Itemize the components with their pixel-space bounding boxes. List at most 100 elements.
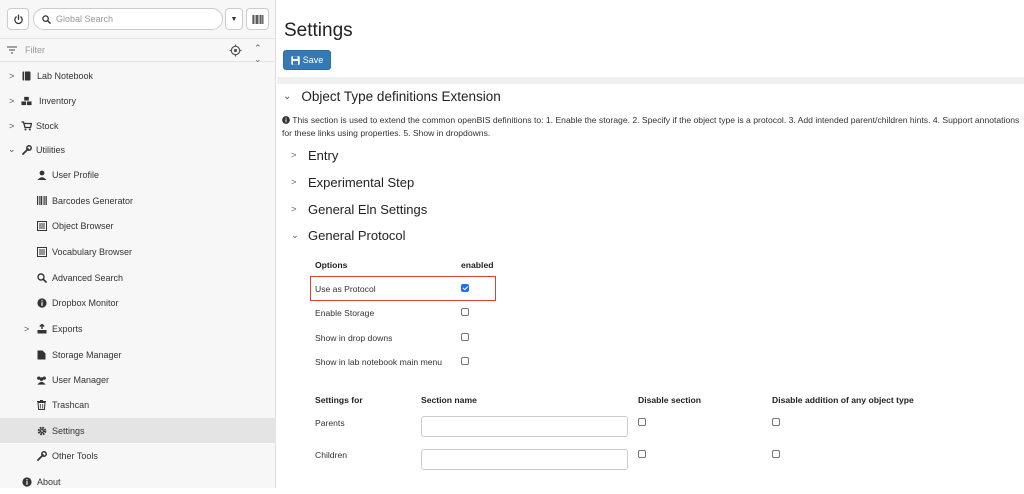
sidebar-item-label: Lab Notebook [37, 70, 94, 81]
enable-storage-checkbox[interactable] [461, 308, 469, 316]
chevron-down-icon[interactable]: ⌄ [8, 144, 16, 155]
user-icon [36, 169, 47, 180]
settings-for-header: Settings for [315, 395, 363, 405]
search-options-dropdown[interactable]: ▼ [225, 8, 243, 30]
settings-row-label: Children [315, 450, 348, 460]
show-in-main-menu-checkbox[interactable] [461, 357, 469, 365]
sidebar-item-label: Barcodes Generator [52, 195, 134, 206]
section-object-type-extension[interactable]: ⌄ Object Type definitions Extension [283, 89, 501, 104]
subsection-experimental-step[interactable]: > Experimental Step [291, 175, 414, 190]
logout-button[interactable] [7, 8, 29, 30]
section-name-header: Section name [421, 395, 477, 405]
file-icon [36, 349, 47, 360]
options-header: Options [315, 260, 348, 270]
chevron-right-icon: > [291, 150, 297, 161]
subsection-general-eln-settings[interactable]: > General Eln Settings [291, 202, 427, 217]
sidebar-item-label: Settings [52, 425, 85, 436]
chevron-right-icon[interactable]: > [9, 71, 14, 81]
subsection-general-protocol[interactable]: ⌄ General Protocol [291, 228, 406, 243]
option-label: Enable Storage [315, 308, 375, 318]
section-info-text: This section is used to extend the commo… [282, 115, 1020, 138]
sidebar-item-vocabulary-browser[interactable]: Vocabulary Browser [0, 239, 276, 264]
chevron-right-icon: > [291, 177, 297, 188]
show-in-dropdowns-checkbox[interactable] [461, 333, 469, 341]
wrench-icon [21, 144, 32, 155]
sidebar-item-user-profile[interactable]: User Profile [0, 162, 276, 187]
sidebar-item-about[interactable]: About [0, 469, 276, 494]
sidebar-item-label: User Profile [52, 169, 100, 180]
subsection-label: General Eln Settings [308, 202, 428, 217]
save-button[interactable]: Save [283, 50, 331, 70]
sidebar-item-label: Dropbox Monitor [52, 297, 119, 308]
children-section-name-input[interactable] [421, 449, 628, 470]
trash-icon [36, 399, 47, 410]
option-label: Show in drop downs [315, 333, 393, 343]
global-search-input[interactable] [54, 13, 214, 25]
sidebar-item-label: Trashcan [52, 399, 90, 410]
barcode-icon [36, 195, 47, 206]
sidebar-item-utilities[interactable]: ⌄ Utilities [0, 137, 276, 162]
sidebar-item-advanced-search[interactable]: Advanced Search [0, 265, 276, 290]
sidebar-item-storage-manager[interactable]: Storage Manager [0, 342, 276, 367]
global-search[interactable] [33, 8, 223, 30]
use-as-protocol-checkbox[interactable] [461, 284, 469, 292]
barcode-scan-button[interactable] [246, 8, 269, 30]
subsection-entry[interactable]: > Entry [291, 148, 338, 163]
main-content: Settings Save ⌄ Object Type definitions … [277, 0, 1024, 488]
info-circle-icon [21, 476, 32, 487]
export-icon [36, 323, 47, 334]
chevron-right-icon: > [291, 204, 297, 215]
gear-icon [36, 425, 47, 436]
parents-disable-addition-checkbox[interactable] [772, 418, 780, 426]
sidebar-item-dropbox-monitor[interactable]: Dropbox Monitor [0, 290, 276, 315]
enabled-header: enabled [461, 260, 494, 270]
cart-icon [21, 120, 32, 131]
filter-row: Filter ⌃ ⌄ [0, 38, 276, 65]
search-icon [36, 272, 47, 283]
chevron-right-icon[interactable]: > [24, 324, 29, 334]
list-icon [36, 246, 47, 257]
sidebar-topbar: ▼ [0, 0, 276, 38]
sidebar-item-label: Inventory [39, 95, 77, 106]
chevron-right-icon[interactable]: > [9, 121, 14, 131]
sidebar-item-object-browser[interactable]: Object Browser [0, 213, 276, 238]
sidebar-item-label: About [37, 476, 61, 487]
sidebar-item-user-manager[interactable]: User Manager [0, 367, 276, 392]
sidebar-item-other-tools[interactable]: Other Tools [0, 443, 276, 468]
settings-row-label: Parents [315, 418, 345, 428]
subsection-label: General Protocol [308, 228, 406, 243]
sidebar-item-label: User Manager [52, 374, 110, 385]
section-title: Object Type definitions Extension [301, 89, 501, 104]
sidebar-item-label: Utilities [36, 144, 66, 155]
sidebar-item-trashcan[interactable]: Trashcan [0, 392, 276, 417]
barcode-icon [252, 14, 263, 24]
collapse-all-icon[interactable]: ⌃ ⌄ [254, 43, 262, 65]
children-disable-section-checkbox[interactable] [638, 450, 646, 458]
parents-section-name-input[interactable] [421, 416, 628, 437]
chevron-down-icon: ⌄ [283, 91, 292, 102]
children-disable-addition-checkbox[interactable] [772, 450, 780, 458]
sidebar-item-barcodes-generator[interactable]: Barcodes Generator [0, 188, 276, 213]
info-circle-icon [282, 116, 290, 124]
sidebar-item-label: Storage Manager [52, 349, 122, 360]
search-icon [42, 14, 51, 24]
notebook-icon [21, 70, 32, 81]
sidebar-item-inventory[interactable]: > Inventory [0, 88, 276, 113]
chevron-right-icon[interactable]: > [9, 96, 14, 106]
sidebar-item-lab-notebook[interactable]: > Lab Notebook [0, 63, 276, 88]
sidebar: ▼ Filter ⌃⌄ [0, 0, 276, 488]
cubes-icon [21, 95, 32, 106]
floppy-icon [291, 55, 300, 65]
disable-section-header: Disable section [638, 395, 702, 405]
parents-disable-section-checkbox[interactable] [638, 418, 646, 426]
sidebar-item-settings[interactable]: Settings [0, 418, 276, 443]
sidebar-item-stock[interactable]: > Stock [0, 113, 276, 138]
power-icon [13, 14, 23, 24]
sidebar-item-label: Advanced Search [52, 272, 124, 283]
sidebar-item-label: Vocabulary Browser [52, 246, 133, 257]
page-title: Settings [284, 20, 353, 41]
filter-input[interactable]: Filter [25, 45, 45, 55]
sidebar-item-exports[interactable]: > Exports [0, 316, 276, 341]
option-label: Show in lab notebook main menu [315, 357, 443, 367]
locate-icon[interactable] [229, 44, 242, 57]
